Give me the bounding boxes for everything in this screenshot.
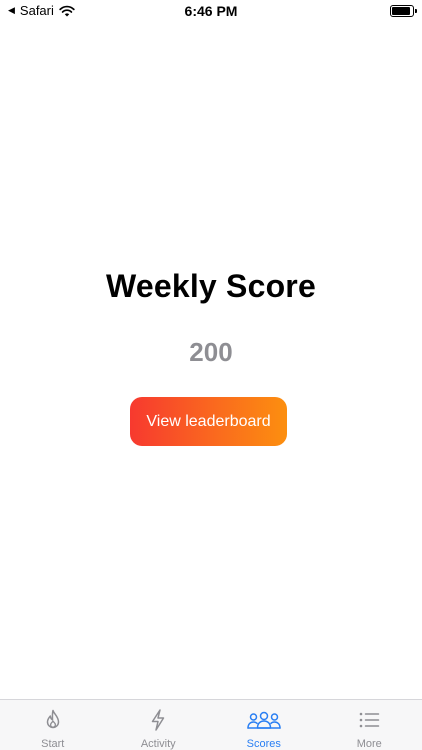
clock: 6:46 PM <box>184 3 238 19</box>
tab-activity[interactable]: Activity <box>106 700 212 750</box>
list-icon <box>352 708 386 731</box>
tab-label-start: Start <box>41 738 65 750</box>
lightning-icon <box>141 708 175 731</box>
tab-label-activity: Activity <box>140 738 176 750</box>
page-title: Weekly Score <box>106 268 316 304</box>
tab-label-scores: Scores <box>246 738 281 750</box>
tab-scores[interactable]: Scores <box>211 700 317 750</box>
people-icon <box>247 708 281 731</box>
view-leaderboard-button[interactable]: View leaderboard <box>130 397 287 446</box>
battery-level <box>392 7 410 15</box>
tab-start[interactable]: Start <box>0 700 106 750</box>
flame-icon <box>36 708 70 731</box>
tab-label-more: More <box>356 738 382 750</box>
tab-more[interactable]: More <box>317 700 422 750</box>
battery-icon <box>390 5 417 17</box>
status-bar: ◀ Safari 6:46 PM <box>0 0 422 22</box>
tab-bar: Start Activity Scores More <box>0 699 422 750</box>
weekly-score-value: 200 <box>189 337 233 367</box>
